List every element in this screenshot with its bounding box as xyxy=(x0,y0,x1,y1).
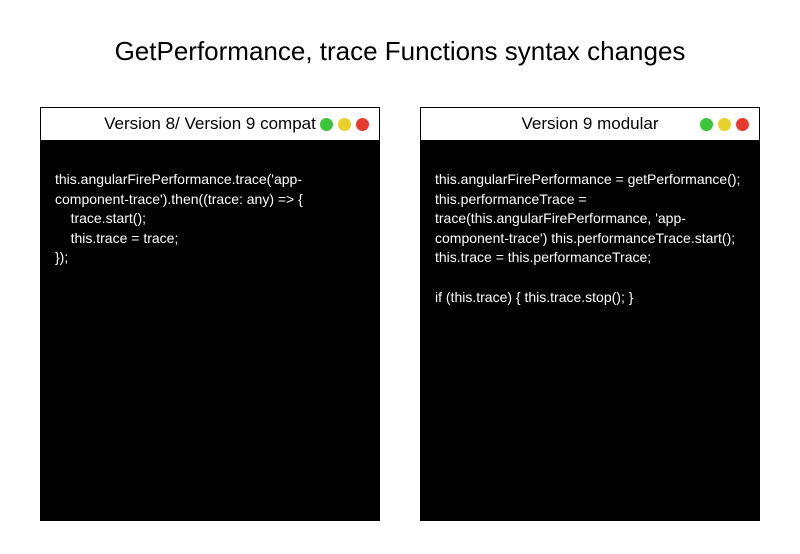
traffic-lights-left xyxy=(320,118,369,131)
traffic-dot-red-icon xyxy=(356,118,369,131)
page-title: GetPerformance, trace Functions syntax c… xyxy=(0,36,800,67)
traffic-dot-yellow-icon xyxy=(718,118,731,131)
code-body-left: this.angularFirePerformance.trace('app-c… xyxy=(41,140,379,520)
code-body-right: this.angularFirePerformance = getPerform… xyxy=(421,140,759,520)
traffic-dot-green-icon xyxy=(320,118,333,131)
code-window-v9-modular: Version 9 modular this.angularFirePerfor… xyxy=(420,107,760,521)
panels-container: Version 8/ Version 9 compat this.angular… xyxy=(0,107,800,521)
traffic-dot-yellow-icon xyxy=(338,118,351,131)
traffic-dot-red-icon xyxy=(736,118,749,131)
code-window-v8-compat: Version 8/ Version 9 compat this.angular… xyxy=(40,107,380,521)
window-titlebar-left: Version 8/ Version 9 compat xyxy=(41,108,379,140)
traffic-lights-right xyxy=(700,118,749,131)
window-titlebar-right: Version 9 modular xyxy=(421,108,759,140)
traffic-dot-green-icon xyxy=(700,118,713,131)
